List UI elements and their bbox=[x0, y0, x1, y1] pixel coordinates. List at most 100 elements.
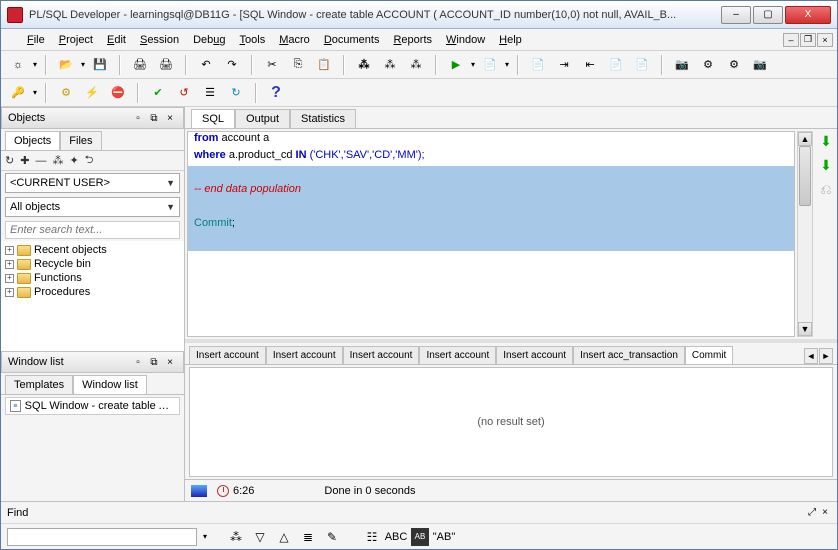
scroll-up-icon[interactable]: ▲ bbox=[798, 132, 812, 146]
find-regex-icon[interactable]: ☷ bbox=[363, 528, 381, 546]
panel-opts-icon[interactable]: ▫ bbox=[131, 111, 145, 125]
lock-icon[interactable]: ⎌ bbox=[818, 181, 834, 197]
beautify-icon[interactable]: 📄 bbox=[605, 54, 627, 76]
find-word-icon[interactable]: AB bbox=[411, 528, 429, 546]
save-icon[interactable]: 💾 bbox=[89, 54, 111, 76]
panel-close-icon[interactable]: × bbox=[163, 111, 177, 125]
outdent-icon[interactable]: ⇤ bbox=[579, 54, 601, 76]
open-icon[interactable]: 📂 bbox=[55, 54, 77, 76]
find-next-icon[interactable]: ⁂ bbox=[379, 54, 401, 76]
tab-scroll-left-icon[interactable]: ◄ bbox=[804, 348, 818, 364]
more-icon[interactable]: ⮌ bbox=[85, 151, 94, 170]
menu-documents[interactable]: Documents bbox=[318, 32, 386, 48]
editor-scrollbar[interactable]: ▲ ▼ bbox=[797, 131, 813, 337]
refresh-icon[interactable]: ↻ bbox=[5, 154, 14, 167]
sql-icon[interactable]: ☰ bbox=[199, 82, 221, 104]
cut-icon[interactable]: ✂ bbox=[261, 54, 283, 76]
tab-windowlist[interactable]: Window list bbox=[73, 375, 147, 394]
user-dropdown[interactable]: <CURRENT USER> ▼ bbox=[5, 173, 180, 193]
find-pin-icon[interactable]: ⤢ bbox=[805, 507, 819, 518]
logon-dropdown[interactable]: ▾ bbox=[33, 88, 37, 97]
replace-icon[interactable]: ⁂ bbox=[405, 54, 427, 76]
result-tab[interactable]: Insert account bbox=[189, 346, 266, 364]
object-tree[interactable]: +Recent objects +Recycle bin +Functions … bbox=[1, 241, 184, 351]
tab-scroll-right-icon[interactable]: ► bbox=[819, 348, 833, 364]
new-icon[interactable]: ☼ bbox=[7, 54, 29, 76]
new-dropdown[interactable]: ▾ bbox=[33, 60, 37, 69]
commit-icon[interactable]: ✔ bbox=[147, 82, 169, 104]
open-dropdown[interactable]: ▾ bbox=[81, 60, 85, 69]
window-list-item[interactable]: ≡ SQL Window - create table ACCOU bbox=[5, 397, 180, 415]
menu-help[interactable]: Help bbox=[493, 32, 528, 48]
result-tab[interactable]: Insert account bbox=[419, 346, 496, 364]
mdi-close-button[interactable]: × bbox=[817, 33, 833, 47]
tab-sql[interactable]: SQL bbox=[191, 109, 235, 128]
find-go-icon[interactable]: ⁂ bbox=[227, 528, 245, 546]
result-tab-commit[interactable]: Commit bbox=[685, 346, 733, 364]
menu-tools[interactable]: Tools bbox=[234, 32, 272, 48]
describe-icon[interactable]: 📄 bbox=[527, 54, 549, 76]
undo-icon[interactable]: ↶ bbox=[195, 54, 217, 76]
find-case-icon[interactable]: ABC bbox=[387, 528, 405, 546]
rollback-icon[interactable]: ↺ bbox=[173, 82, 195, 104]
find-clear-icon[interactable]: ✎ bbox=[323, 528, 341, 546]
result-tab[interactable]: Insert account bbox=[496, 346, 573, 364]
camera-icon[interactable]: 📷 bbox=[671, 54, 693, 76]
find-history-dropdown[interactable]: ▾ bbox=[203, 532, 207, 541]
menu-macro[interactable]: Macro bbox=[273, 32, 316, 48]
tab-objects[interactable]: Objects bbox=[5, 131, 60, 150]
tab-files[interactable]: Files bbox=[60, 131, 101, 150]
find-close-icon[interactable]: × bbox=[819, 507, 831, 518]
expand-icon[interactable]: + bbox=[5, 288, 14, 297]
copy-icon[interactable]: ⎘ bbox=[287, 54, 309, 76]
print-setup-icon[interactable]: 🖨 bbox=[155, 54, 177, 76]
tool4-icon[interactable]: 📷 bbox=[749, 54, 771, 76]
expand-icon[interactable]: + bbox=[5, 274, 14, 283]
menu-debug[interactable]: Debug bbox=[187, 32, 231, 48]
minimize-button[interactable]: – bbox=[721, 6, 751, 24]
object-search-input[interactable] bbox=[5, 221, 180, 239]
maximize-button[interactable]: ▢ bbox=[753, 6, 783, 24]
rollback2-icon[interactable]: ↻ bbox=[225, 82, 247, 104]
find-input[interactable] bbox=[7, 528, 197, 546]
expand-icon[interactable]: + bbox=[5, 260, 14, 269]
result-tab[interactable]: Insert acc_transaction bbox=[573, 346, 685, 364]
sql-editor[interactable]: from account a where a.product_cd IN ('C… bbox=[187, 131, 795, 337]
tool2-icon[interactable]: ⚙ bbox=[697, 54, 719, 76]
result-tab[interactable]: Insert account bbox=[343, 346, 420, 364]
paste-icon[interactable]: 📋 bbox=[313, 54, 335, 76]
help-icon[interactable]: ? bbox=[265, 82, 287, 104]
redo-icon[interactable]: ↷ bbox=[221, 54, 243, 76]
beautify2-icon[interactable]: 📄 bbox=[631, 54, 653, 76]
menu-window[interactable]: Window bbox=[440, 32, 491, 48]
tab-templates[interactable]: Templates bbox=[5, 375, 73, 394]
scroll-down-icon[interactable]: ▼ bbox=[798, 322, 812, 336]
panel-pin-icon[interactable]: ⧉ bbox=[147, 111, 161, 125]
filter-icon[interactable]: ✦ bbox=[69, 154, 78, 167]
find-quote-icon[interactable]: "AB" bbox=[435, 528, 453, 546]
filter-dropdown[interactable]: All objects ▼ bbox=[5, 197, 180, 217]
add-icon[interactable]: ✚ bbox=[20, 154, 29, 167]
fetch-next-icon[interactable]: ⬇ bbox=[818, 133, 834, 149]
explain-icon[interactable]: 📄 bbox=[479, 54, 501, 76]
expand-icon[interactable]: + bbox=[5, 246, 14, 255]
explain-dropdown[interactable]: ▾ bbox=[505, 60, 509, 69]
find-up-icon[interactable]: △ bbox=[275, 528, 293, 546]
tree-item-procedures[interactable]: +Procedures bbox=[3, 285, 182, 299]
tab-statistics[interactable]: Statistics bbox=[290, 109, 356, 128]
menu-session[interactable]: Session bbox=[134, 32, 185, 48]
result-tab[interactable]: Insert account bbox=[266, 346, 343, 364]
print-icon[interactable]: 🖨 bbox=[129, 54, 151, 76]
mdi-minimize-button[interactable]: – bbox=[783, 33, 799, 47]
menu-file[interactable]: File bbox=[21, 32, 51, 48]
tab-output[interactable]: Output bbox=[235, 109, 290, 128]
break-icon[interactable]: ⚡ bbox=[81, 82, 103, 104]
menu-reports[interactable]: Reports bbox=[387, 32, 438, 48]
indent-icon[interactable]: ⇥ bbox=[553, 54, 575, 76]
tool3-icon[interactable]: ⚙ bbox=[723, 54, 745, 76]
execute-dropdown[interactable]: ▾ bbox=[471, 60, 475, 69]
search-icon[interactable]: ⁂ bbox=[52, 154, 63, 167]
panel-pin-icon[interactable]: ⧉ bbox=[147, 355, 161, 369]
find-all-icon[interactable]: ≣ bbox=[299, 528, 317, 546]
menu-project[interactable]: Project bbox=[53, 32, 99, 48]
